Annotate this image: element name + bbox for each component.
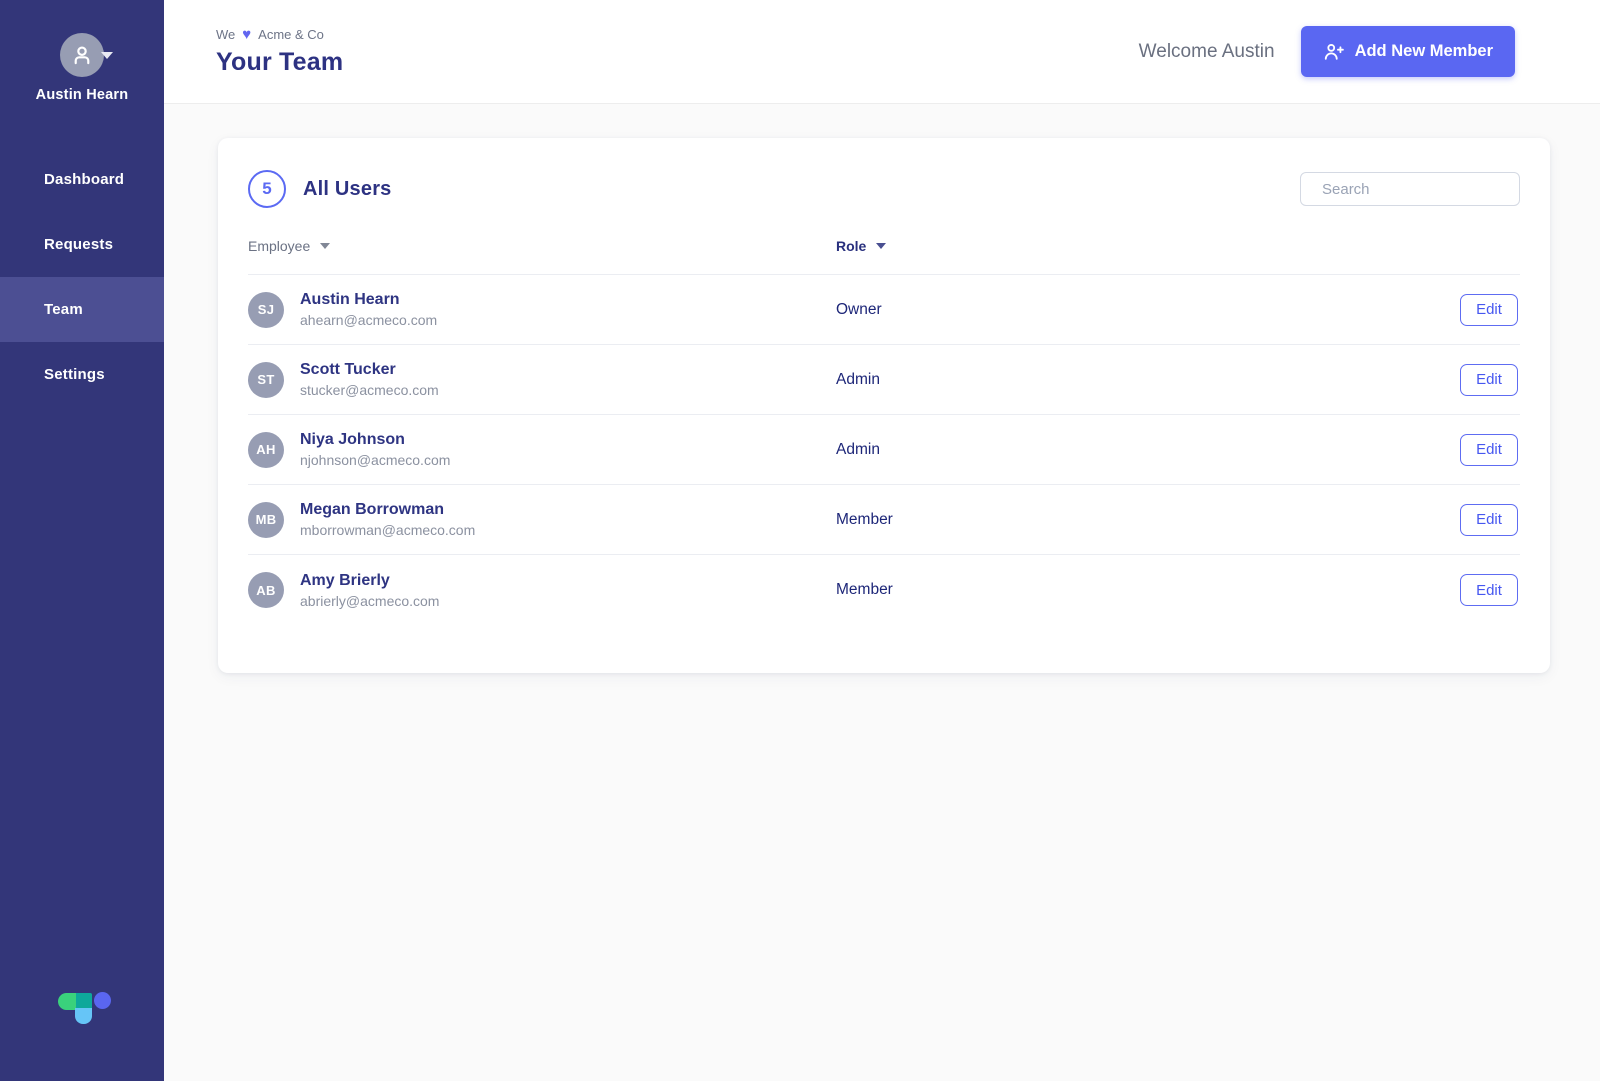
column-label: Employee: [248, 238, 311, 254]
user-count-badge: 5: [248, 170, 286, 208]
edit-button[interactable]: Edit: [1460, 293, 1518, 326]
add-button-label: Add New Member: [1354, 42, 1493, 60]
main-area: We ♥ Acme & Co Your Team Welcome Austin …: [164, 0, 1600, 1081]
sidebar-item-team[interactable]: Team: [0, 277, 164, 342]
all-users-card: 5 All Users Employee: [218, 138, 1550, 673]
employee-cell: ST Scott Tucker stucker@acmeco.com: [248, 361, 836, 398]
sidebar-item-label: Team: [44, 301, 83, 318]
employee-cell: MB Megan Borrowman mborrowman@acmeco.com: [248, 501, 836, 538]
profile-menu[interactable]: Austin Hearn: [0, 0, 164, 103]
table-row: MB Megan Borrowman mborrowman@acmeco.com…: [248, 485, 1520, 555]
header-right: Welcome Austin Add New Member: [1139, 26, 1515, 77]
sidebar-item-label: Dashboard: [44, 171, 125, 188]
employee-name: Scott Tucker: [300, 361, 396, 378]
employee-name: Austin Hearn: [300, 291, 400, 308]
column-label: Role: [836, 238, 867, 254]
sidebar-item-label: Requests: [44, 236, 114, 253]
sidebar-item-settings[interactable]: Settings: [0, 342, 164, 407]
welcome-text: Welcome Austin: [1138, 40, 1275, 62]
employee-email: stucker@acmeco.com: [300, 382, 439, 398]
edit-button[interactable]: Edit: [1460, 574, 1518, 606]
card-header: 5 All Users: [248, 170, 1521, 208]
sort-caret-icon: [876, 243, 887, 249]
header-left: We ♥ Acme & Co Your Team: [216, 27, 343, 77]
employee-identity: Amy Brierly abrierly@acmeco.com: [300, 572, 439, 609]
employee-cell: AB Amy Brierly abrierly@acmeco.com: [248, 572, 836, 609]
sidebar-user-name: Austin Hearn: [35, 87, 129, 103]
employee-role: Admin: [836, 440, 880, 458]
heart-icon: ♥: [242, 25, 252, 43]
employee-cell: AH Niya Johnson njohnson@acmeco.com: [248, 431, 836, 468]
employee-identity: Scott Tucker stucker@acmeco.com: [300, 361, 439, 398]
sidebar-nav: Dashboard Requests Team Settings: [0, 147, 164, 407]
logo-square-shape: [75, 1008, 92, 1024]
person-icon: [74, 46, 90, 65]
app-root: Austin Hearn Dashboard Requests Team Set…: [0, 0, 1600, 1081]
edit-button[interactable]: Edit: [1460, 433, 1518, 466]
card-title: All Users: [303, 177, 392, 200]
sidebar: Austin Hearn Dashboard Requests Team Set…: [0, 0, 164, 1081]
employee-email: ahearn@acmeco.com: [300, 312, 438, 328]
employee-identity: Megan Borrowman mborrowman@acmeco.com: [300, 501, 475, 538]
employee-role: Owner: [836, 300, 882, 318]
breadcrumb-we: We: [216, 26, 236, 42]
top-header: We ♥ Acme & Co Your Team Welcome Austin …: [164, 0, 1600, 104]
employee-cell: SJ Austin Hearn ahearn@acmeco.com: [248, 291, 836, 328]
row-avatar: AB: [248, 572, 284, 608]
app-logo: [56, 988, 112, 1028]
breadcrumb: We ♥ Acme & Co: [216, 27, 343, 42]
employee-role: Member: [836, 581, 893, 598]
column-header-role[interactable]: Role: [836, 238, 1460, 254]
employee-name: Niya Johnson: [300, 431, 405, 448]
column-header-employee[interactable]: Employee: [248, 238, 836, 254]
person-plus-icon: [1324, 43, 1344, 60]
employee-role: Admin: [836, 370, 880, 388]
employee-email: abrierly@acmeco.com: [300, 592, 440, 609]
search-input[interactable]: [1322, 180, 1521, 198]
sidebar-item-label: Settings: [44, 366, 105, 383]
table-row: ST Scott Tucker stucker@acmeco.com Admin…: [248, 345, 1520, 415]
breadcrumb-company: Acme & Co: [258, 26, 324, 42]
employee-name: Megan Borrowman: [300, 501, 445, 518]
table-row: SJ Austin Hearn ahearn@acmeco.com Owner …: [248, 275, 1520, 345]
page-title: Your Team: [216, 47, 344, 76]
search-box[interactable]: [1300, 172, 1521, 206]
card-header-left: 5 All Users: [248, 170, 392, 208]
user-avatar[interactable]: [60, 33, 104, 77]
table-row: AB Amy Brierly abrierly@acmeco.com Membe…: [248, 555, 1520, 625]
employee-email: mborrowman@acmeco.com: [300, 522, 476, 538]
employee-identity: Austin Hearn ahearn@acmeco.com: [300, 291, 437, 328]
employee-name: Amy Brierly: [300, 571, 390, 589]
employee-role: Member: [836, 510, 893, 528]
logo-circle-shape: [94, 992, 111, 1009]
table-column-headers: Employee Role: [248, 238, 1520, 274]
edit-button[interactable]: Edit: [1460, 503, 1518, 536]
sort-caret-icon: [320, 243, 331, 249]
chevron-down-icon[interactable]: [101, 52, 113, 59]
table-row: AH Niya Johnson njohnson@acmeco.com Admi…: [248, 415, 1520, 485]
edit-button[interactable]: Edit: [1460, 363, 1518, 396]
user-table: SJ Austin Hearn ahearn@acmeco.com Owner …: [248, 274, 1520, 625]
row-avatar: ST: [248, 361, 284, 398]
row-avatar: AH: [248, 431, 284, 468]
add-new-member-button[interactable]: Add New Member: [1300, 26, 1515, 77]
row-avatar: SJ: [248, 291, 284, 328]
sidebar-item-dashboard[interactable]: Dashboard: [0, 147, 164, 212]
employee-identity: Niya Johnson njohnson@acmeco.com: [300, 431, 450, 468]
row-avatar: MB: [248, 501, 284, 538]
content-area: 5 All Users Employee: [164, 104, 1600, 1081]
sidebar-item-requests[interactable]: Requests: [0, 212, 164, 277]
employee-email: njohnson@acmeco.com: [300, 452, 451, 468]
